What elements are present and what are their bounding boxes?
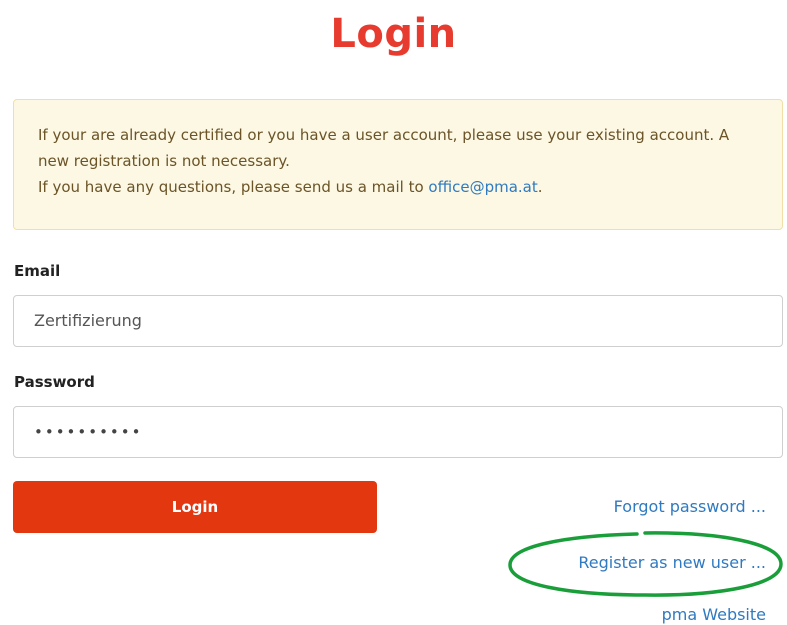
highlight-ellipse: [508, 531, 783, 597]
notice-text-line2-suffix: .: [537, 178, 543, 196]
email-field-value: Zertifizierung: [34, 311, 142, 330]
password-field-value: ••••••••••: [34, 423, 143, 441]
info-notice: If your are already certified or you hav…: [13, 99, 783, 230]
pma-website-link[interactable]: pma Website: [662, 605, 766, 624]
email-field[interactable]: Zertifizierung: [13, 295, 783, 347]
forgot-password-link[interactable]: Forgot password ...: [614, 497, 766, 516]
office-email-link[interactable]: office@pma.at: [428, 178, 537, 196]
email-label: Email: [14, 262, 61, 280]
notice-text-line1: If your are already certified or you hav…: [38, 126, 730, 170]
password-field[interactable]: ••••••••••: [13, 406, 783, 458]
notice-text-line2-prefix: If you have any questions, please send u…: [38, 178, 429, 196]
page-title: Login: [330, 11, 457, 57]
password-label: Password: [14, 373, 95, 391]
login-button[interactable]: Login: [13, 481, 377, 533]
